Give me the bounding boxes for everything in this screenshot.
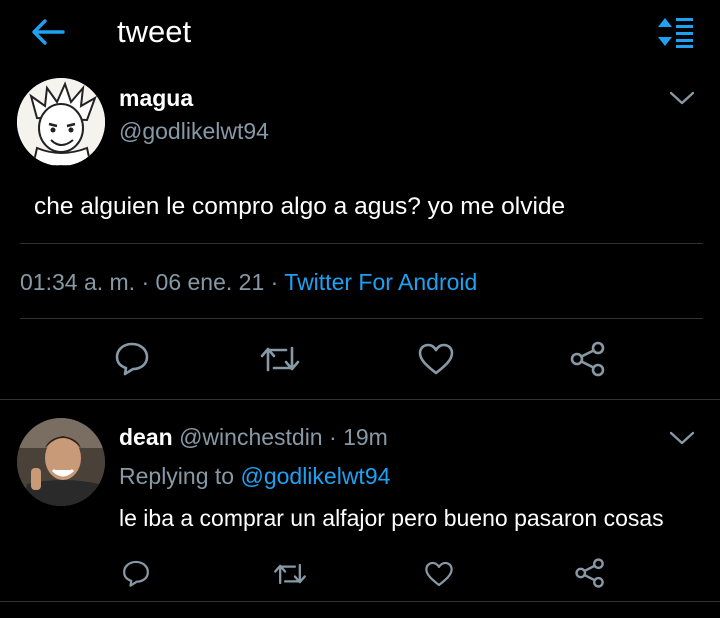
heart-icon xyxy=(418,343,454,375)
more-options-button[interactable] xyxy=(668,88,696,108)
reply-button[interactable] xyxy=(113,340,151,376)
avatar[interactable] xyxy=(17,418,105,506)
back-button[interactable] xyxy=(30,16,66,48)
retweet-button[interactable] xyxy=(258,342,302,376)
sort-button[interactable] xyxy=(656,16,696,48)
display-name[interactable]: dean xyxy=(119,424,173,450)
separator: · xyxy=(270,269,279,295)
page-title: tweet xyxy=(117,14,192,49)
divider xyxy=(20,318,703,319)
tweet-date: 06 ene. 21 xyxy=(155,269,265,295)
tweet-meta: 01:34 a. m. · 06 ene. 21 · Twitter For A… xyxy=(20,267,477,297)
avatar[interactable] xyxy=(17,78,105,166)
replying-label: Replying to xyxy=(119,463,235,489)
user-handle[interactable]: @godlikelwt94 xyxy=(119,117,269,145)
retweet-icon xyxy=(260,346,300,372)
divider xyxy=(0,399,720,400)
heart-icon xyxy=(425,561,453,587)
tweet-age: 19m xyxy=(343,424,388,450)
retweet-button[interactable] xyxy=(272,560,308,588)
arrow-left-icon xyxy=(32,19,65,45)
separator: · xyxy=(141,269,150,295)
reply-icon xyxy=(115,342,149,376)
avatar-image xyxy=(17,418,105,506)
more-options-button[interactable] xyxy=(668,428,696,448)
separator: · xyxy=(329,424,337,450)
like-button[interactable] xyxy=(424,560,454,588)
chevron-down-icon xyxy=(669,431,695,445)
display-name[interactable]: magua xyxy=(119,84,193,112)
replying-to: Replying to @godlikelwt94 xyxy=(119,462,390,490)
avatar-image xyxy=(17,78,105,166)
reply-header: dean @winchestdin · 19m xyxy=(119,423,388,451)
mention-link[interactable]: @godlikelwt94 xyxy=(240,463,390,489)
divider xyxy=(0,601,720,602)
tweet-text: le iba a comprar un alfajor pero bueno p… xyxy=(119,505,664,531)
tweet-source-link[interactable]: Twitter For Android xyxy=(284,269,477,295)
share-icon xyxy=(575,558,604,588)
share-icon xyxy=(570,341,605,377)
share-button[interactable] xyxy=(574,557,606,589)
reply-button[interactable] xyxy=(121,558,151,588)
chevron-down-icon xyxy=(669,91,695,105)
reply-icon xyxy=(123,560,149,587)
tweet-time: 01:34 a. m. xyxy=(20,269,136,295)
tweet-text: che alguien le compro algo a agus? yo me… xyxy=(34,193,566,220)
user-handle[interactable]: @winchestdin xyxy=(179,424,323,450)
divider xyxy=(20,243,703,244)
like-button[interactable] xyxy=(417,342,455,376)
retweet-icon xyxy=(274,563,306,585)
sort-icon xyxy=(658,18,693,48)
share-button[interactable] xyxy=(569,340,607,378)
